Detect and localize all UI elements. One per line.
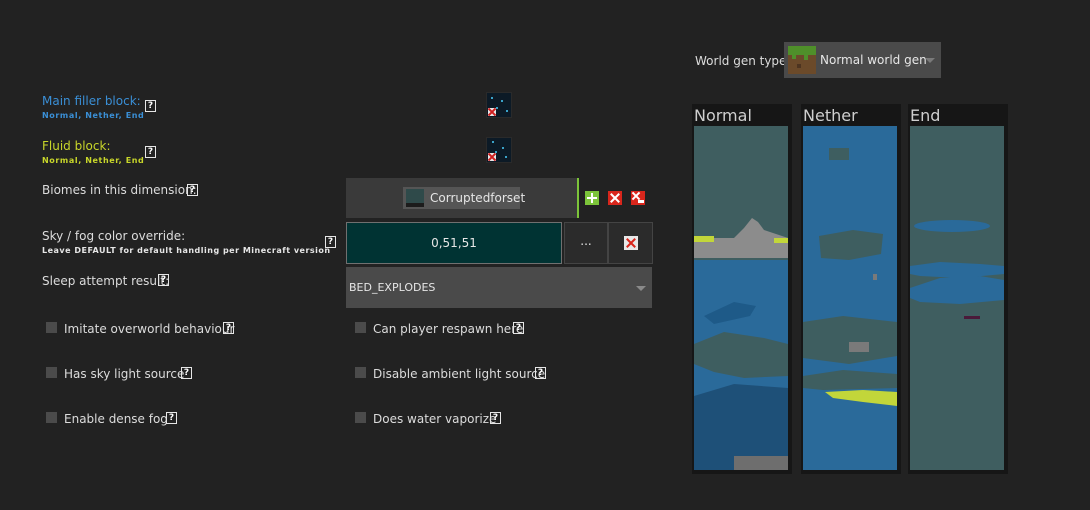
grass-block-icon xyxy=(788,46,816,74)
disable-ambient-label: Disable ambient light source xyxy=(373,367,546,381)
missing-texture-icon xyxy=(488,153,496,161)
world-gen-select[interactable]: Normal world gen xyxy=(784,42,941,78)
help-icon[interactable]: ? xyxy=(158,274,169,286)
preview-normal: Normal xyxy=(692,104,792,474)
help-icon[interactable]: ? xyxy=(325,236,336,248)
world-gen-label: World gen type: xyxy=(695,54,791,68)
preview-nether-title: Nether xyxy=(803,106,858,125)
clear-color-button[interactable] xyxy=(608,222,653,264)
world-gen-value: Normal world gen xyxy=(820,53,927,67)
color-picker-label: ... xyxy=(580,234,592,248)
sleep-label: Sleep attempt result: xyxy=(42,274,170,288)
chevron-down-icon xyxy=(636,286,646,291)
help-icon[interactable]: ? xyxy=(145,146,156,158)
missing-texture-icon xyxy=(488,108,496,116)
fluid-block-label: Fluid block: xyxy=(42,139,111,153)
sleep-result-value: BED_EXPLODES xyxy=(349,281,436,294)
remove-all-biomes-button[interactable] xyxy=(631,191,645,205)
fluid-block-slot[interactable] xyxy=(486,137,512,163)
help-icon[interactable]: ? xyxy=(490,412,501,424)
preview-normal-title: Normal xyxy=(694,106,752,125)
help-icon[interactable]: ? xyxy=(181,367,192,379)
player-respawn-checkbox[interactable] xyxy=(355,322,366,333)
help-icon[interactable]: ? xyxy=(513,322,524,334)
biome-icon xyxy=(406,189,424,207)
help-icon[interactable]: ? xyxy=(535,367,546,379)
nether-terrain-map xyxy=(803,126,897,470)
water-vaporize-label: Does water vaporize xyxy=(373,412,497,426)
preview-end: End xyxy=(908,104,1008,474)
help-icon[interactable]: ? xyxy=(145,100,156,112)
player-respawn-label: Can player respawn here xyxy=(373,322,524,336)
imitate-overworld-label: Imitate overworld behaviour xyxy=(64,322,235,336)
sky-light-label: Has sky light source xyxy=(64,367,185,381)
help-icon[interactable]: ? xyxy=(166,412,177,424)
help-icon[interactable]: ? xyxy=(223,322,234,334)
preview-nether: Nether xyxy=(801,104,901,474)
end-terrain-map xyxy=(910,126,1004,470)
imitate-overworld-checkbox[interactable] xyxy=(46,322,57,333)
chevron-down-icon xyxy=(925,58,935,63)
sky-fog-sub: Leave DEFAULT for default handling per M… xyxy=(42,246,331,255)
dense-fog-label: Enable dense fog xyxy=(64,412,168,426)
disable-ambient-checkbox[interactable] xyxy=(355,367,366,378)
sky-light-checkbox[interactable] xyxy=(46,367,57,378)
sky-fog-label: Sky / fog color override: xyxy=(42,229,186,243)
main-filler-sub: Normal, Nether, End xyxy=(42,111,145,120)
sky-fog-color-value: 0,51,51 xyxy=(431,236,477,250)
biome-list-divider xyxy=(577,178,579,218)
sleep-result-select[interactable]: BED_EXPLODES xyxy=(346,267,652,308)
water-vaporize-checkbox[interactable] xyxy=(355,412,366,423)
main-filler-label: Main filler block: xyxy=(42,94,141,108)
sky-fog-color-field[interactable]: 0,51,51 xyxy=(346,222,562,264)
remove-biome-button[interactable] xyxy=(608,191,622,205)
dense-fog-checkbox[interactable] xyxy=(46,412,57,423)
fluid-block-sub: Normal, Nether, End xyxy=(42,156,145,165)
biome-chip[interactable]: Corruptedforset xyxy=(403,187,525,209)
add-biome-button[interactable] xyxy=(585,191,599,205)
normal-terrain-map xyxy=(694,126,788,470)
biomes-label: Biomes in this dimension: xyxy=(42,183,197,197)
biome-chip-label: Corruptedforset xyxy=(430,191,526,205)
help-icon[interactable]: ? xyxy=(187,184,198,196)
color-picker-button[interactable]: ... xyxy=(564,222,608,264)
preview-end-title: End xyxy=(910,106,941,125)
main-filler-block-slot[interactable] xyxy=(486,92,512,118)
